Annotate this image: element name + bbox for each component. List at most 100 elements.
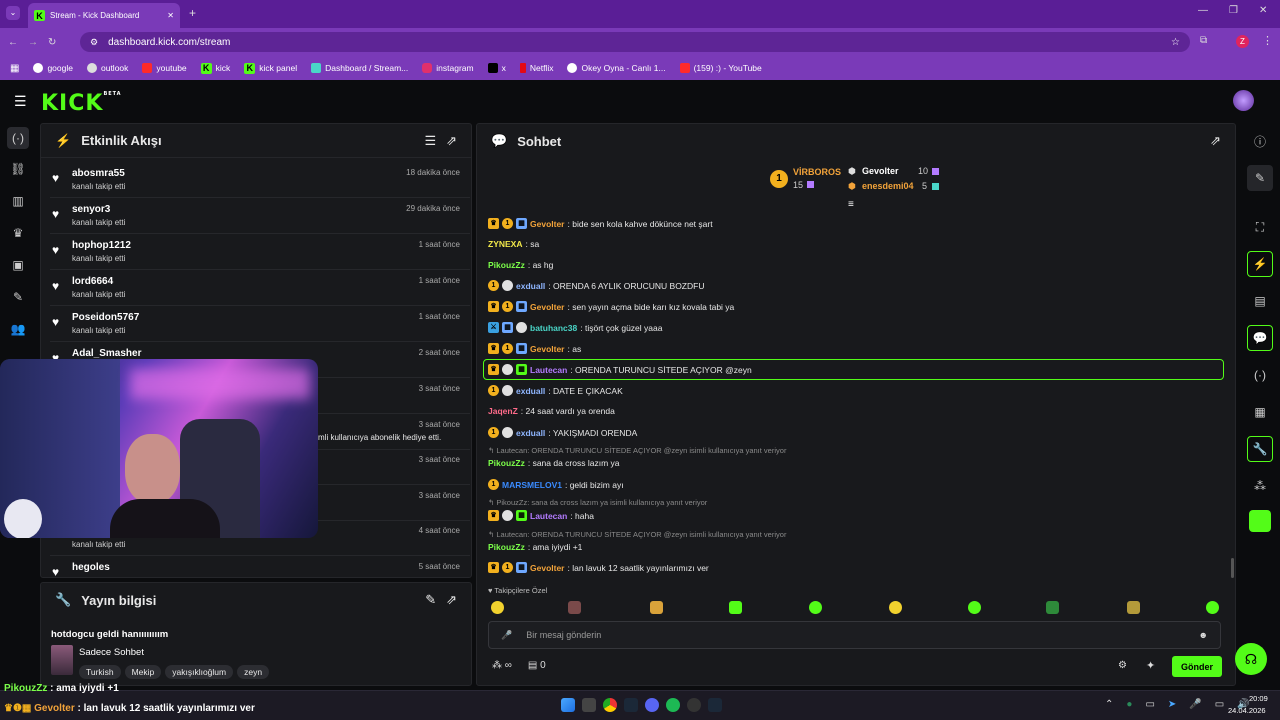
emote-cat-icon[interactable]	[650, 601, 663, 614]
chat-message[interactable]: 1 MARSMELOV1: geldi bizim ayı	[488, 479, 624, 490]
wrench-icon[interactable]: ✎	[9, 288, 27, 306]
emote-green-icon[interactable]	[1206, 601, 1219, 614]
chat-message[interactable]: ♛ 1 ▦ Gevolter: bide sen kola kahve dökünce…	[488, 218, 713, 229]
browser-tab-active[interactable]: K Stream - Kick Dashboard ✕	[28, 3, 180, 28]
tag-chip[interactable]: Turkish	[79, 665, 121, 679]
emote-blob-icon[interactable]	[809, 601, 822, 614]
video-icon[interactable]: ▣	[9, 256, 27, 274]
popout-icon[interactable]: ⇗	[1210, 133, 1221, 149]
hamburger-menu-icon[interactable]: ☰	[14, 93, 27, 110]
chat-message[interactable]: PikouzZz: as hg	[488, 260, 553, 270]
bookmark-outlook[interactable]: outlook	[86, 63, 128, 73]
steam-taskbar-icon[interactable]	[624, 698, 638, 712]
user-avatar[interactable]	[1233, 90, 1254, 111]
bookmark-kick[interactable]: Kkick	[200, 62, 230, 74]
tray-telegram-icon[interactable]: ➤	[1168, 699, 1176, 710]
bookmark-netflix[interactable]: Netflix	[519, 63, 553, 73]
site-info-icon[interactable]: ⚙	[90, 37, 98, 48]
emote-face-icon[interactable]	[568, 601, 581, 614]
leaderboard-expand-icon[interactable]: ≡	[848, 199, 854, 210]
wrench-toggle-icon[interactable]: 🔧	[1247, 436, 1273, 462]
chat-message[interactable]: ZYNEXA: sa	[488, 239, 539, 249]
tray-mic-icon[interactable]: 🎤	[1189, 699, 1201, 710]
tag-chip[interactable]: Mekip	[124, 665, 162, 679]
back-icon[interactable]: ←	[8, 37, 18, 48]
users-icon[interactable]: 👥	[9, 320, 27, 338]
forward-icon[interactable]: →	[28, 37, 38, 48]
category-name[interactable]: Sadece Sohbet	[79, 647, 144, 658]
popout-icon[interactable]: ⇗	[446, 592, 457, 608]
chat-message[interactable]: JaqenZ: 24 saat vardı ya orenda	[488, 406, 615, 416]
activity-toggle-icon[interactable]: ⚡	[1247, 251, 1273, 277]
task-view-icon[interactable]	[582, 698, 596, 712]
emoji-icon[interactable]: ☻	[1199, 630, 1208, 640]
chat-message[interactable]: 1 exduall: YAKIŞMADI ORENDA	[488, 427, 637, 438]
support-chat-button[interactable]: ☊	[1235, 643, 1267, 675]
tab-menu-button[interactable]: ⌄	[6, 6, 20, 20]
reply-context[interactable]: ↰ Lautecan: ORENDA TURUNCU SİTEDE AÇIYOR…	[488, 446, 786, 455]
tag-chip[interactable]: zeyn	[237, 665, 270, 679]
emote-cup-icon[interactable]	[729, 601, 742, 614]
bookmark-instagram[interactable]: instagram	[422, 63, 474, 73]
reply-context[interactable]: ↰ PikouzZz: sana da cross lazım ya isiml…	[488, 498, 707, 507]
chrome-taskbar-icon[interactable]	[603, 698, 617, 712]
kick-logo[interactable]: KICKBETA	[41, 91, 122, 116]
profile-avatar[interactable]: Z	[1236, 35, 1249, 48]
chat-message[interactable]: ♛ 1 ▦ Gevolter: sen yayın açma bide karı kı…	[488, 301, 734, 312]
bookmark-google[interactable]: google	[33, 63, 73, 73]
bookmark-kick-panel[interactable]: Kkick panel	[244, 62, 297, 74]
chat-message[interactable]: ♛ 1 ▦ Gevolter: lan lavuk 12 saatlik yayınl…	[488, 562, 709, 573]
chat-message-highlighted[interactable]: ♛ ▦ Lautecan: ORENDA TURUNCU SİTEDE AÇIYOR…	[488, 364, 752, 375]
bookmark-youtube[interactable]: youtube	[142, 63, 187, 73]
second-gifter-name[interactable]: Gevolter	[862, 166, 899, 176]
bookmark-youtube-2[interactable]: (159) :) - YouTube	[679, 63, 762, 73]
new-tab-button[interactable]: +	[189, 6, 196, 20]
spotify-taskbar-icon[interactable]	[666, 698, 680, 712]
filter-icon[interactable]: ☰	[424, 133, 436, 149]
emote-ghost-icon[interactable]	[968, 601, 981, 614]
chat-message[interactable]: ♛ 1 ▦ Gevolter: as	[488, 343, 581, 354]
first-gifter-name[interactable]: VİRBOROS	[793, 167, 841, 177]
points-icon[interactable]: ⁂	[1247, 473, 1273, 499]
chat-toggle-icon[interactable]: 💬	[1247, 325, 1273, 351]
tray-app-icon[interactable]: ●	[1126, 699, 1132, 710]
chat-emote-menu-icon[interactable]: ✦	[1146, 659, 1155, 672]
chat-message[interactable]: ⚔ ▦ batuhanc38: tişört çok güzel yaaa	[488, 322, 662, 333]
trophy-icon[interactable]: ♛	[9, 224, 27, 242]
chat-input[interactable]: 🎤 Bir mesaj gönderin ☻	[488, 621, 1221, 649]
send-button[interactable]: Gönder	[1172, 656, 1222, 677]
microphone-icon[interactable]: 🎤	[501, 630, 512, 641]
apps-grid-icon[interactable]: ▦	[10, 63, 19, 74]
obs-taskbar-icon[interactable]	[687, 698, 701, 712]
app-icon[interactable]	[1249, 510, 1271, 532]
chat-scrollbar[interactable]	[1231, 558, 1234, 578]
emote-smile-icon[interactable]	[889, 601, 902, 614]
tray-expand-icon[interactable]: ⌃	[1105, 699, 1113, 710]
store-icon[interactable]: ▤ 0	[528, 660, 546, 671]
chat-message[interactable]: 1 exduall: DATE E ÇIKACAK	[488, 385, 623, 396]
tag-chip[interactable]: yakışıklıoğlum	[165, 665, 234, 679]
tray-network-icon[interactable]: ▭	[1215, 699, 1224, 710]
chat-message[interactable]: PikouzZz: ama iyiydi +1	[488, 542, 582, 552]
popout-icon[interactable]: ⇗	[446, 133, 457, 149]
tab-close-icon[interactable]: ✕	[167, 11, 174, 20]
printer-icon[interactable]: ▦	[1247, 399, 1273, 425]
bookmark-x[interactable]: x	[487, 63, 506, 73]
bookmark-dashboard[interactable]: Dashboard / Stream...	[311, 63, 408, 73]
emote-box-icon[interactable]	[1127, 601, 1140, 614]
clock-time[interactable]: 20:09	[1249, 694, 1268, 703]
broadcast-icon[interactable]: (·)	[1247, 362, 1273, 388]
bookmark-okey[interactable]: Okey Oyna - Canlı 1...	[567, 63, 666, 73]
windows-start-icon[interactable]	[561, 698, 575, 712]
third-gifter-name[interactable]: enesdemi04	[862, 181, 914, 191]
discord-taskbar-icon[interactable]	[645, 698, 659, 712]
chat-message[interactable]: ♛ ▦ Lautecan: haha	[488, 510, 594, 521]
bookmark-star-icon[interactable]: ☆	[1171, 37, 1180, 48]
reload-icon[interactable]: ↻	[48, 37, 56, 48]
extensions-icon[interactable]: ⧉	[1200, 35, 1207, 46]
reply-context[interactable]: ↰ Lautecan: ORENDA TURUNCU SİTEDE AÇIYOR…	[488, 530, 786, 539]
close-window-button[interactable]: ✕	[1259, 5, 1267, 16]
chat-message[interactable]: PikouzZz: sana da cross lazım ya	[488, 458, 620, 468]
emote-yellow-icon[interactable]	[491, 601, 504, 614]
analytics-icon[interactable]: ▥	[9, 192, 27, 210]
